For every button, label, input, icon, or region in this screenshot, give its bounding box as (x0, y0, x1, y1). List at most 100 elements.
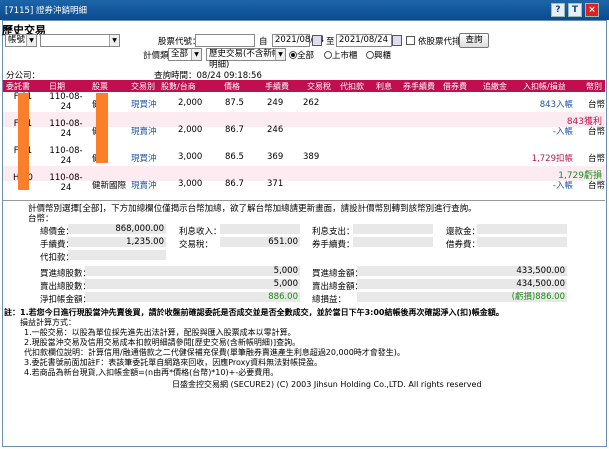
th-currency: 幣別 (586, 82, 602, 91)
account-label: 帳號 (8, 35, 26, 45)
close-icon[interactable]: × (585, 3, 599, 17)
row-amount: -入帳 (553, 179, 573, 191)
account-value-select[interactable]: ▼ (40, 34, 120, 47)
buy-total-value: 433,500.00 (357, 266, 567, 276)
gross-value: 868,000.00 (68, 224, 166, 234)
th-interest: 利息 (376, 82, 392, 91)
stock-code-input[interactable] (195, 34, 255, 47)
buy-total-label: 買進總金額： (312, 269, 364, 279)
title-bar: [7115] 證券沖銷明細 ? T × (0, 0, 609, 20)
cfee-value (353, 237, 433, 247)
chevron-down-icon: ▼ (275, 49, 285, 60)
th-shares: 股數/台商 (161, 82, 196, 91)
withhold-value (68, 250, 166, 260)
row-price: 87.5 (225, 98, 244, 108)
row-amount: 843入帳 (540, 98, 573, 110)
row-shares: 2,000 (178, 98, 203, 108)
row-price: 86.5 (225, 152, 244, 162)
row-type[interactable]: 現賣沖 (131, 125, 157, 137)
radio-emerging[interactable]: 興櫃 (366, 49, 391, 61)
notes-lead: 註： (4, 308, 20, 317)
int-out-label: 利息支出： (312, 227, 355, 237)
row-tax: 389 (303, 152, 320, 162)
buy-shares-label: 買進總股數： (40, 269, 92, 279)
date-from-input[interactable]: 2021/08/24 (272, 34, 324, 47)
th-fee: 手續費 (265, 82, 289, 91)
profit-label: 總損益： (312, 295, 347, 305)
date-to-input[interactable]: 2021/08/24 (336, 34, 392, 47)
calendar-icon[interactable] (312, 35, 322, 46)
th-cfee: 券手續費 (403, 82, 435, 91)
window-title: [7115] 證券沖銷明細 (5, 6, 87, 16)
row-amount-suffix: -入帳 (552, 127, 573, 137)
row-amount-value: 843 (539, 100, 556, 110)
tax-value: 651.00 (220, 237, 300, 247)
sell-total-value: 434,500.00 (357, 279, 567, 289)
row-type[interactable]: 現買沖 (131, 152, 157, 164)
notes-warning: 1.若您今日進行現股當沖先賣後買，請於收盤前確認委託是否成交並是否全數成交，並於… (20, 308, 504, 317)
radio-icon (289, 50, 297, 59)
int-out-value (353, 224, 433, 234)
row-shares: 2,000 (178, 125, 203, 135)
account-select[interactable]: 帳號 ▼ (5, 34, 37, 47)
row-currency: 台幣 (588, 154, 606, 164)
row-date: 110-08-24 (49, 146, 83, 166)
redaction-block (18, 93, 29, 190)
th-withhold: 代扣款 (340, 82, 364, 91)
repay-label: 還款金： (446, 227, 481, 237)
summary-note: 計價幣別選擇[全部]，下方加總欄位僅揭示台幣加總，欲了解台幣加總請更新畫面，請設… (28, 204, 477, 214)
th-tax: 交易稅 (307, 82, 331, 91)
chevron-down-icon: ▼ (191, 49, 201, 60)
radio-icon (366, 50, 374, 59)
row-date: 110-08-24 (49, 173, 83, 193)
row-amount-value: 1,729 (531, 154, 556, 164)
redaction-block (96, 93, 108, 163)
row-currency: 台幣 (588, 181, 606, 191)
borrow-value (477, 237, 567, 247)
row-shares: 3,000 (178, 179, 203, 189)
query-button[interactable]: 查詢 (459, 33, 489, 48)
th-type: 交易別 (131, 82, 155, 91)
notes-line: 4.若商品為新台現貨,入扣帳金額=(n由再*價格(台幣)*10)+-必要費用。 (24, 368, 279, 377)
date-to-label: 至 (326, 37, 335, 47)
th-amount: 入扣帳/損益 (523, 82, 566, 91)
radio-listed[interactable]: 上市櫃 (324, 49, 358, 61)
row-amount-suffix: -入帳 (552, 181, 573, 191)
row-stock: 健新國際 (92, 181, 127, 191)
row-type[interactable]: 現賣沖 (131, 179, 157, 191)
int-in-label: 利息收入： (179, 227, 222, 237)
net-value: 886.00 (85, 292, 300, 302)
row-amount-suffix: 入帳 (555, 100, 573, 110)
radio-all[interactable]: 全部 (289, 49, 314, 61)
table-row: F 01110-08-24健現買沖3,00086.53693891,729扣帳台… (3, 146, 605, 168)
chevron-down-icon: ▼ (26, 35, 36, 46)
fee-value: 1,235.00 (68, 237, 166, 247)
row-date: 110-08-24 (49, 92, 83, 112)
calendar-icon[interactable] (392, 35, 402, 46)
buy-shares-value: 5,000 (85, 266, 300, 276)
text-icon[interactable]: T (568, 3, 582, 17)
table-row: H 00110-08-24健新國際現賣沖3,00086.7371-入帳台幣 (3, 173, 605, 195)
sell-shares-label: 賣出總股數： (40, 282, 92, 292)
sell-shares-value: 5,000 (85, 279, 300, 289)
table-row: F 01110-08-24健現賣沖2,00086.7246-入帳台幣 (3, 119, 605, 141)
table-row: F 01110-08-24健現買沖2,00087.5249262843入帳台幣 (3, 92, 605, 114)
calc-type-select[interactable]: 全部 ▼ (168, 48, 202, 61)
row-type[interactable]: 現買沖 (131, 98, 157, 110)
help-icon[interactable]: ? (551, 3, 565, 17)
chevron-down-icon: ▼ (109, 35, 119, 46)
th-id: 委託書 (6, 82, 30, 91)
borrow-label: 借券費： (446, 240, 481, 250)
currency-label: 台幣： (28, 214, 54, 224)
row-amount-suffix: 扣帳 (555, 154, 573, 164)
th-repay: 追繳金 (483, 82, 507, 91)
row-amount: -入帳 (553, 125, 573, 137)
sort-checkbox[interactable] (406, 36, 415, 45)
row-fee: 371 (267, 179, 284, 189)
row-currency: 台幣 (588, 100, 606, 110)
history-select[interactable]: 歷史交易(不含新帳明細) ▼ (206, 48, 286, 70)
row-price: 86.7 (225, 179, 244, 189)
cfee-label: 券手續費： (312, 240, 355, 250)
net-label: 淨扣帳金額： (40, 295, 92, 305)
th-stock: 股票 (92, 82, 108, 91)
